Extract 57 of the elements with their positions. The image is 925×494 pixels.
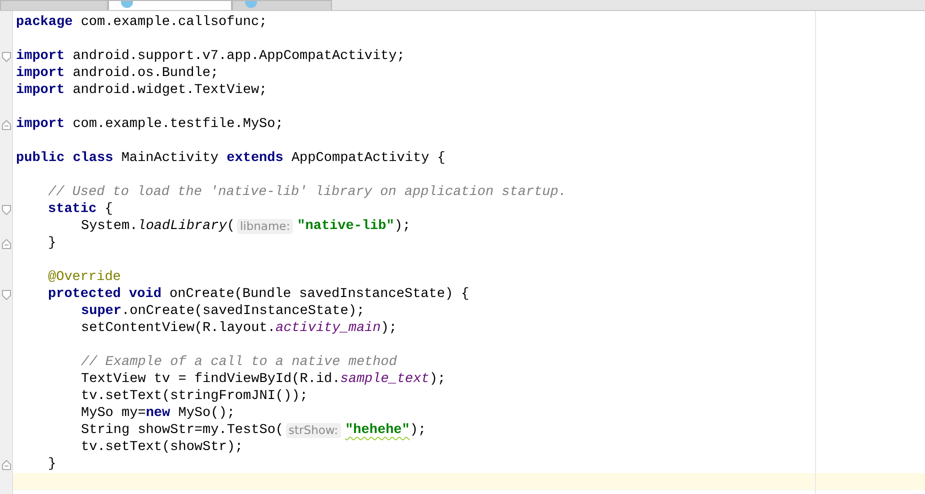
code-text: } xyxy=(48,236,56,251)
code-text: ( xyxy=(226,219,235,234)
annotation: @Override xyxy=(48,270,121,285)
code-text: MainActivity xyxy=(120,151,220,166)
field-name: activity_main xyxy=(275,321,381,336)
code-text: tv.setText(stringFromJNI()); xyxy=(81,389,308,404)
code-text: onCreate(Bundle savedInstanceState) { xyxy=(168,287,470,302)
code-text: setContentView(R.layout. xyxy=(81,321,276,336)
code-text: android.os.Bundle; xyxy=(72,66,219,81)
code-comment: // Used to load the 'native-lib' library on application startup. xyxy=(48,185,566,200)
method-name: loadLibrary xyxy=(138,219,227,234)
code-text: ); xyxy=(410,423,426,438)
code-text: ); xyxy=(380,321,397,336)
string-literal: "hehehe" xyxy=(345,423,410,438)
fold-marker-icon[interactable] xyxy=(2,120,10,130)
code-text: com.example.callsofunc; xyxy=(80,15,268,30)
code-text: android.support.v7.app.AppCompatActivity; xyxy=(72,49,405,64)
code-text: .onCreate(savedInstanceState); xyxy=(122,304,365,319)
file-icon xyxy=(121,1,133,8)
file-icon xyxy=(245,1,257,8)
keyword: package xyxy=(16,15,73,30)
code-text: AppCompatActivity { xyxy=(290,151,446,166)
code-text: } xyxy=(48,457,56,472)
keyword: extends xyxy=(226,151,284,166)
keyword: super xyxy=(81,304,122,319)
editor-tab[interactable] xyxy=(232,0,332,10)
code-text: android.widget.TextView; xyxy=(72,83,268,98)
keyword: static xyxy=(48,202,97,217)
code-text: com.example.testfile.MySo; xyxy=(72,117,284,132)
fold-marker-icon[interactable] xyxy=(2,290,10,300)
code-text: ); xyxy=(394,219,411,234)
field-name: sample_text xyxy=(340,372,430,387)
code-text: System. xyxy=(81,219,138,234)
keyword: import xyxy=(16,66,65,81)
keyword: public class xyxy=(16,151,114,166)
editor-tab[interactable] xyxy=(0,0,108,10)
parameter-hint: strShow: xyxy=(286,423,342,438)
keyword: import xyxy=(16,117,65,132)
fold-marker-icon[interactable] xyxy=(2,204,10,214)
keyword: import xyxy=(16,83,65,98)
code-text: tv.setText(showStr); xyxy=(81,440,244,455)
keyword: import xyxy=(16,49,65,64)
keyword: new xyxy=(146,406,170,421)
code-text: ); xyxy=(429,372,446,387)
editor-tab[interactable] xyxy=(108,0,232,10)
code-text: String showStr=my.TestSo( xyxy=(81,423,284,438)
string-literal: "native-lib" xyxy=(297,219,394,234)
keyword: protected void xyxy=(48,287,162,302)
parameter-hint: libname: xyxy=(236,219,294,234)
code-comment: // Example of a call to a native method xyxy=(81,355,397,370)
code-text: MySo my= xyxy=(81,406,146,421)
code-text: TextView tv = findViewById(R.id. xyxy=(81,372,340,387)
fold-marker-icon[interactable] xyxy=(2,238,10,248)
fold-marker-icon[interactable] xyxy=(2,52,10,62)
fold-marker-icon[interactable] xyxy=(2,460,10,470)
code-text: MySo(); xyxy=(177,406,235,421)
code-text: { xyxy=(104,202,113,217)
